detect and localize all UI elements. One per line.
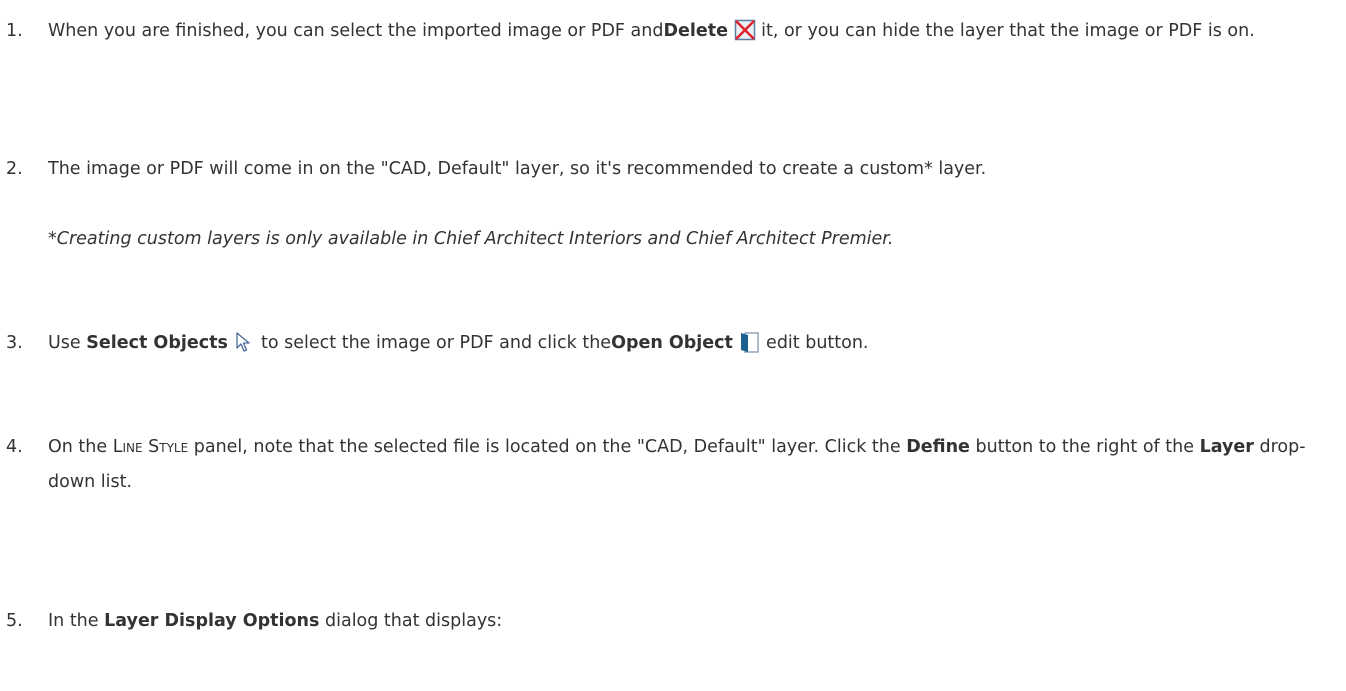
layer-display-options-label: Layer Display Options	[104, 611, 320, 631]
open-object-icon	[738, 331, 760, 366]
step-3-text-a: Use	[48, 333, 87, 353]
step-text: When you are finished, you can select th…	[48, 14, 1338, 54]
line-style-panel-name: Line Style	[112, 437, 189, 457]
step-text: The image or PDF will come in on the "CA…	[48, 159, 987, 179]
step-4-text-b: panel, note that the selected file is lo…	[188, 437, 907, 457]
delete-label: Delete	[663, 21, 728, 41]
step-number: 2.	[6, 159, 23, 179]
step-5-text-b: dialog that displays:	[319, 611, 503, 631]
select-objects-icon	[233, 331, 255, 366]
step-1-text-before: When you are finished, you can select th…	[48, 21, 664, 41]
step-number: 4.	[6, 437, 23, 457]
step-number: 3.	[6, 333, 23, 353]
step-number: 5.	[6, 611, 23, 631]
step-text: On the Line Style panel, note that the s…	[48, 430, 1338, 500]
delete-icon	[734, 19, 756, 54]
step-5-text-a: In the	[48, 611, 105, 631]
step-4-text-c: button to the right of the	[969, 437, 1200, 457]
step-text: In the Layer Display Options dialog that…	[48, 604, 1338, 639]
step-number: 1.	[6, 21, 23, 41]
step-1-text-after: it, or you can hide the layer that the i…	[755, 21, 1255, 41]
step-4-text-a: On the	[48, 437, 113, 457]
select-objects-label: Select Objects	[86, 333, 228, 353]
step-3-text-c: edit button.	[760, 333, 869, 353]
step-2-note: *Creating custom layers is only availabl…	[48, 229, 894, 249]
define-label: Define	[906, 437, 970, 457]
layer-label: Layer	[1199, 437, 1254, 457]
step-text: Use Select Objects to select the image o…	[48, 326, 1338, 366]
open-object-label: Open Object	[611, 333, 733, 353]
step-3-text-b: to select the image or PDF and click the	[255, 333, 612, 353]
